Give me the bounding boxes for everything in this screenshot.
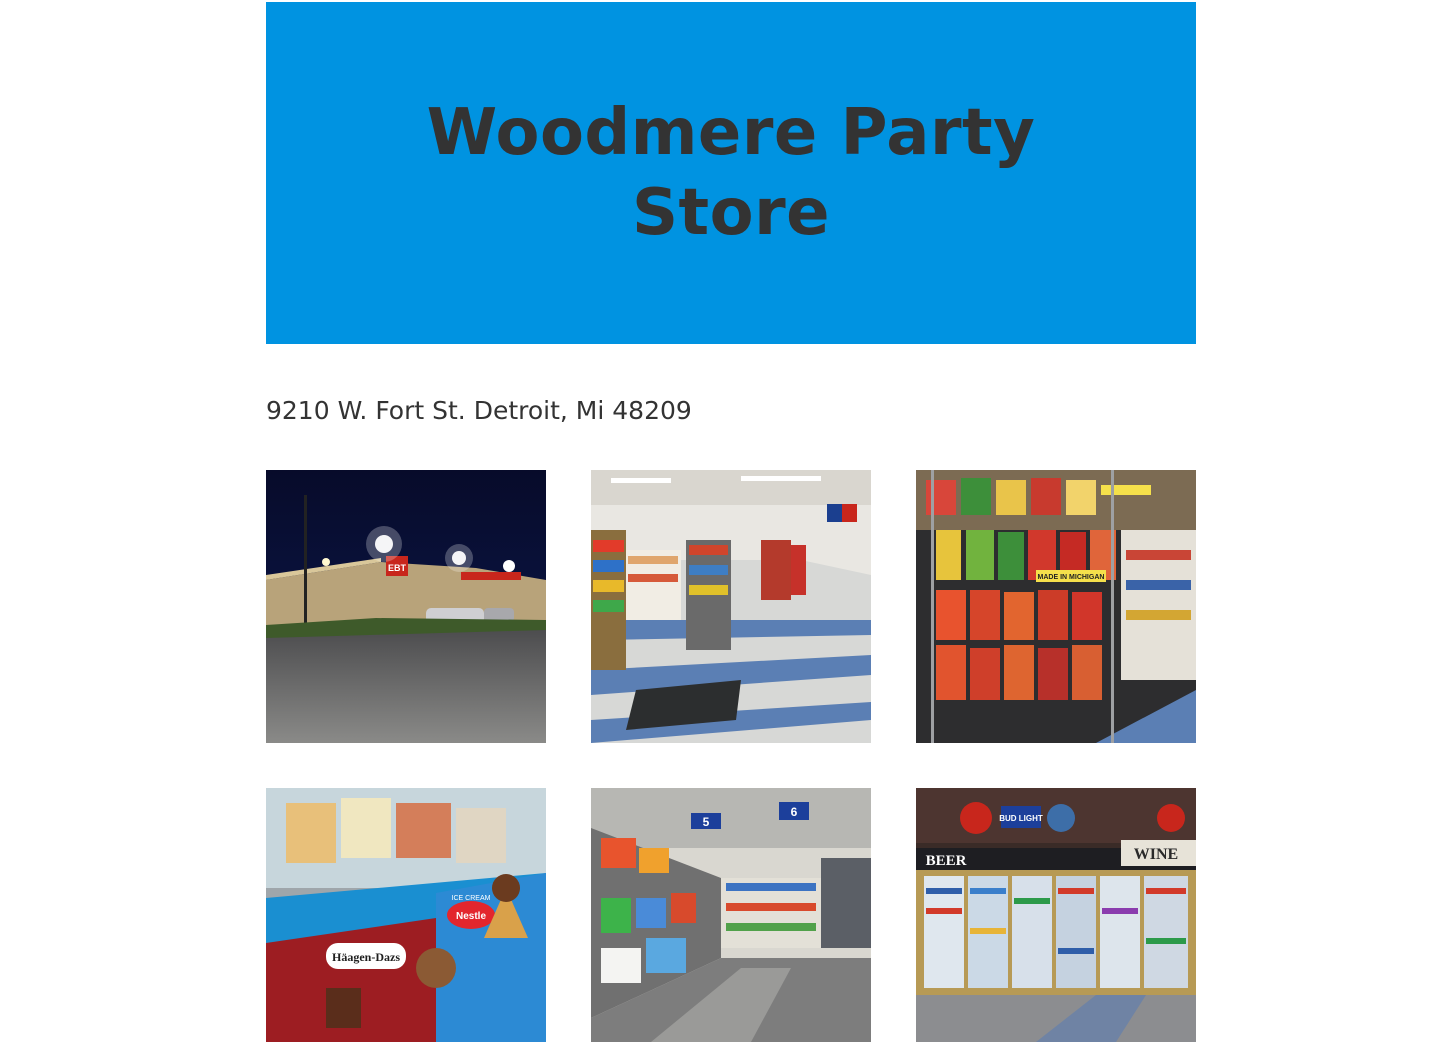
page-container: Woodmere Party Store 9210 W. Fort St. De…	[266, 2, 1196, 1042]
haagen-dazs-logo: Häagen-Dazs	[332, 950, 400, 964]
beer-sign: BEER	[926, 853, 967, 869]
freezer-photo-image: Häagen-Dazs Nestle ICE CREAM	[266, 788, 546, 1042]
household-photo-image: 5 6	[591, 788, 871, 1042]
page-title: Woodmere Party Store	[426, 96, 1036, 250]
gallery-photo-freezer[interactable]: Häagen-Dazs Nestle ICE CREAM	[266, 788, 546, 1042]
nestle-logo: Nestle	[456, 911, 486, 922]
exterior-photo-image: EBT	[266, 470, 546, 743]
ebt-sign: EBT	[388, 563, 407, 573]
coolers-photo-image: BUD LIGHT BEER WINE	[916, 788, 1196, 1042]
bud-light-sign: BUD LIGHT	[999, 814, 1043, 823]
chips-photo-image: MADE IN MICHIGAN	[916, 470, 1196, 743]
gallery-photo-coolers[interactable]: BUD LIGHT BEER WINE	[916, 788, 1196, 1042]
gallery-photo-household[interactable]: 5 6	[591, 788, 871, 1042]
hero-banner: Woodmere Party Store	[266, 2, 1196, 344]
aisle-5-sign: 5	[703, 815, 710, 829]
aisle-6-sign: 6	[791, 805, 798, 819]
interior-photo-image	[591, 470, 871, 743]
gallery-photo-exterior[interactable]: EBT	[266, 470, 546, 743]
wine-sign: WINE	[1134, 846, 1178, 863]
made-in-michigan-sign: MADE IN MICHIGAN	[1038, 574, 1105, 581]
gallery-photo-interior[interactable]	[591, 470, 871, 743]
gallery-photo-chips[interactable]: MADE IN MICHIGAN	[916, 470, 1196, 743]
ice-cream-label: ICE CREAM	[452, 895, 491, 902]
photo-gallery: EBT MADE IN MICHIGAN Häagen-Dazs Nestle …	[266, 470, 1196, 1042]
store-address: 9210 W. Fort St. Detroit, Mi 48209	[266, 396, 692, 425]
